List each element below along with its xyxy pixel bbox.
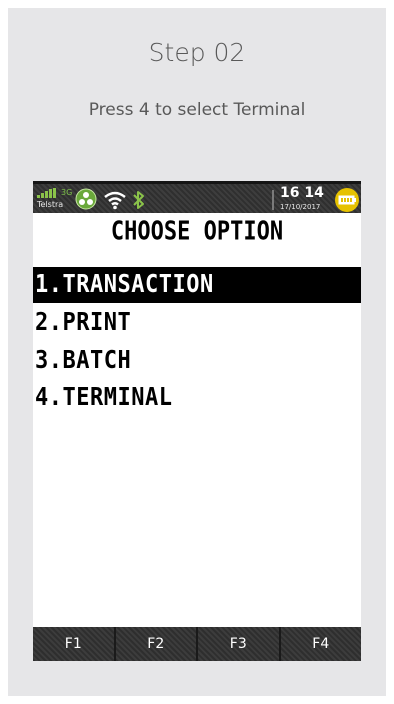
menu-item-label: 4.TERMINAL <box>35 383 173 412</box>
menu-item-label: 1.TRANSACTION <box>35 270 214 299</box>
network-type: 3G <box>61 188 73 197</box>
f2-key[interactable]: F2 <box>113 627 196 661</box>
f4-key[interactable]: F4 <box>278 627 361 661</box>
function-key-bar: F1 F2 F3 F4 <box>33 627 361 661</box>
menu-item-terminal[interactable]: 4.TERMINAL <box>33 380 361 416</box>
menu-item-transaction[interactable]: 1.TRANSACTION <box>33 267 361 303</box>
menu-title: CHOOSE OPTION <box>110 217 284 247</box>
signal-icon <box>37 188 56 198</box>
menu-item-label: 2.PRINT <box>35 308 132 337</box>
menu-item-print[interactable]: 2.PRINT <box>33 305 361 341</box>
f3-key[interactable]: F3 <box>196 627 279 661</box>
battery-icon <box>335 188 359 212</box>
clock-time: 16 14 <box>280 185 324 201</box>
clock-date: 17/10/2017 <box>280 203 321 211</box>
status-divider <box>272 190 274 210</box>
step-description: Press 4 to select Terminal <box>88 100 306 120</box>
status-bar: 3G Telstra 16 14 17/10/2017 <box>33 181 361 213</box>
bluetooth-icon <box>133 191 144 209</box>
carrier-name: Telstra <box>37 200 64 209</box>
wifi-icon <box>104 191 126 210</box>
network-badge-icon <box>75 188 97 210</box>
terminal-screen: 3G Telstra 16 14 17/10/2017 CHOOSE OPTIO… <box>33 181 361 661</box>
menu-item-batch[interactable]: 3.BATCH <box>33 343 361 379</box>
f1-key[interactable]: F1 <box>33 627 114 661</box>
step-title: Step 02 <box>148 38 246 67</box>
instruction-card: Step 02 Press 4 to select Terminal 3G Te… <box>8 8 386 696</box>
menu-item-label: 3.BATCH <box>35 346 132 375</box>
